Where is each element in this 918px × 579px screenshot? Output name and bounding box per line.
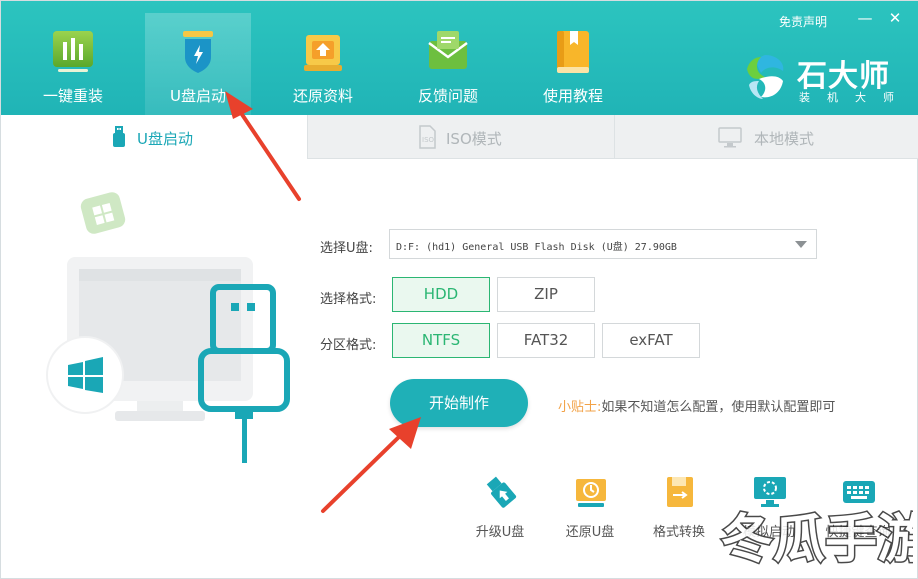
mail-feedback-icon (428, 31, 468, 69)
tool-format-convert[interactable]: 格式转换 (642, 475, 716, 545)
usb-windows-illustration (46, 192, 290, 463)
nav-label: 使用教程 (542, 87, 603, 105)
tab-label: U盘启动 (137, 130, 193, 148)
brand-logo-icon (747, 55, 784, 99)
tool-upgrade-usb[interactable]: 升级U盘 (463, 475, 537, 545)
start-making-button[interactable]: 开始制作 (390, 379, 528, 427)
tip-key: 小贴士: (558, 400, 602, 415)
format-option-zip[interactable]: ZIP (497, 277, 595, 312)
tool-label: 升级U盘 (475, 525, 525, 540)
tip-body: 如果不知道怎么配置，使用默认配置即可 (601, 400, 836, 415)
partition-option-exfat[interactable]: exFAT (602, 323, 700, 358)
nav-label: 反馈问题 (417, 87, 478, 105)
restore-box-icon (304, 35, 342, 71)
tab-usb-boot[interactable]: U盘启动 (1, 115, 307, 159)
brand-subtitle: 装机大师 (799, 91, 911, 104)
tab-label: ISO模式 (446, 130, 502, 148)
partition-option-ntfs[interactable]: NTFS (392, 323, 490, 358)
nav-tutorial[interactable]: 使用教程 (520, 13, 626, 115)
nav-usb-boot[interactable]: U盘启动 (145, 13, 251, 115)
app-window: 一键重装 U盘启动 还原资料 反馈问题 使用教程 免责声明 — ✕ 石大师 装机… (0, 0, 918, 579)
tool-label: 还原U盘 (565, 525, 615, 540)
nav-restore-data[interactable]: 还原资料 (270, 13, 376, 115)
nav-label: U盘启动 (170, 87, 226, 105)
format-option-hdd[interactable]: HDD (392, 277, 490, 312)
mode-tabbar: U盘启动 ISO ISO模式 本地模式 (1, 115, 918, 159)
book-icon (557, 31, 589, 73)
usb-shield-icon (183, 31, 213, 73)
watermark-text: 冬瓜手游 (721, 510, 913, 570)
close-button[interactable]: ✕ (886, 9, 904, 27)
tab-iso-mode[interactable]: ISO ISO模式 (307, 115, 614, 159)
tool-restore-usb[interactable]: 还原U盘 (553, 475, 627, 545)
usb-select-label: 选择U盘: (320, 241, 373, 256)
nav-feedback[interactable]: 反馈问题 (395, 13, 501, 115)
monitor-icon (718, 127, 742, 148)
svg-text:ISO: ISO (422, 136, 435, 144)
usb-restore-icon (576, 479, 606, 507)
minimize-button[interactable]: — (856, 9, 874, 27)
chart-board-icon (53, 31, 93, 72)
nav-one-click-reinstall[interactable]: 一键重装 (20, 13, 126, 115)
partition-label: 分区格式: (320, 338, 377, 353)
usb-icon (113, 126, 125, 147)
nav-label: 一键重装 (42, 87, 103, 105)
usb-drive-value: D:F: (hd1) General USB Flash Disk (U盘) 2… (396, 242, 677, 253)
caret-down-icon[interactable] (795, 241, 807, 248)
format-label: 选择格式: (320, 292, 377, 307)
nav-label: 还原资料 (292, 87, 353, 105)
partition-option-fat32[interactable]: FAT32 (497, 323, 595, 358)
annotation-arrow-down (321, 417, 421, 513)
disclaimer-link[interactable]: 免责声明 (779, 13, 827, 30)
iso-file-icon: ISO (419, 125, 436, 149)
watermark-logo: 冬瓜手游 (720, 509, 914, 572)
usb-drive-select[interactable]: D:F: (hd1) General USB Flash Disk (U盘) 2… (389, 229, 817, 259)
tool-label: 格式转换 (652, 525, 705, 540)
usb-upgrade-icon (486, 476, 517, 508)
header-bar: 一键重装 U盘启动 还原资料 反馈问题 使用教程 免责声明 — ✕ 石大师 装机… (1, 1, 918, 115)
tab-label: 本地模式 (754, 130, 815, 148)
format-convert-icon (667, 477, 693, 507)
tip-text: 小贴士:如果不知道怎么配置，使用默认配置即可 (558, 396, 835, 415)
tab-local-mode[interactable]: 本地模式 (614, 115, 918, 159)
